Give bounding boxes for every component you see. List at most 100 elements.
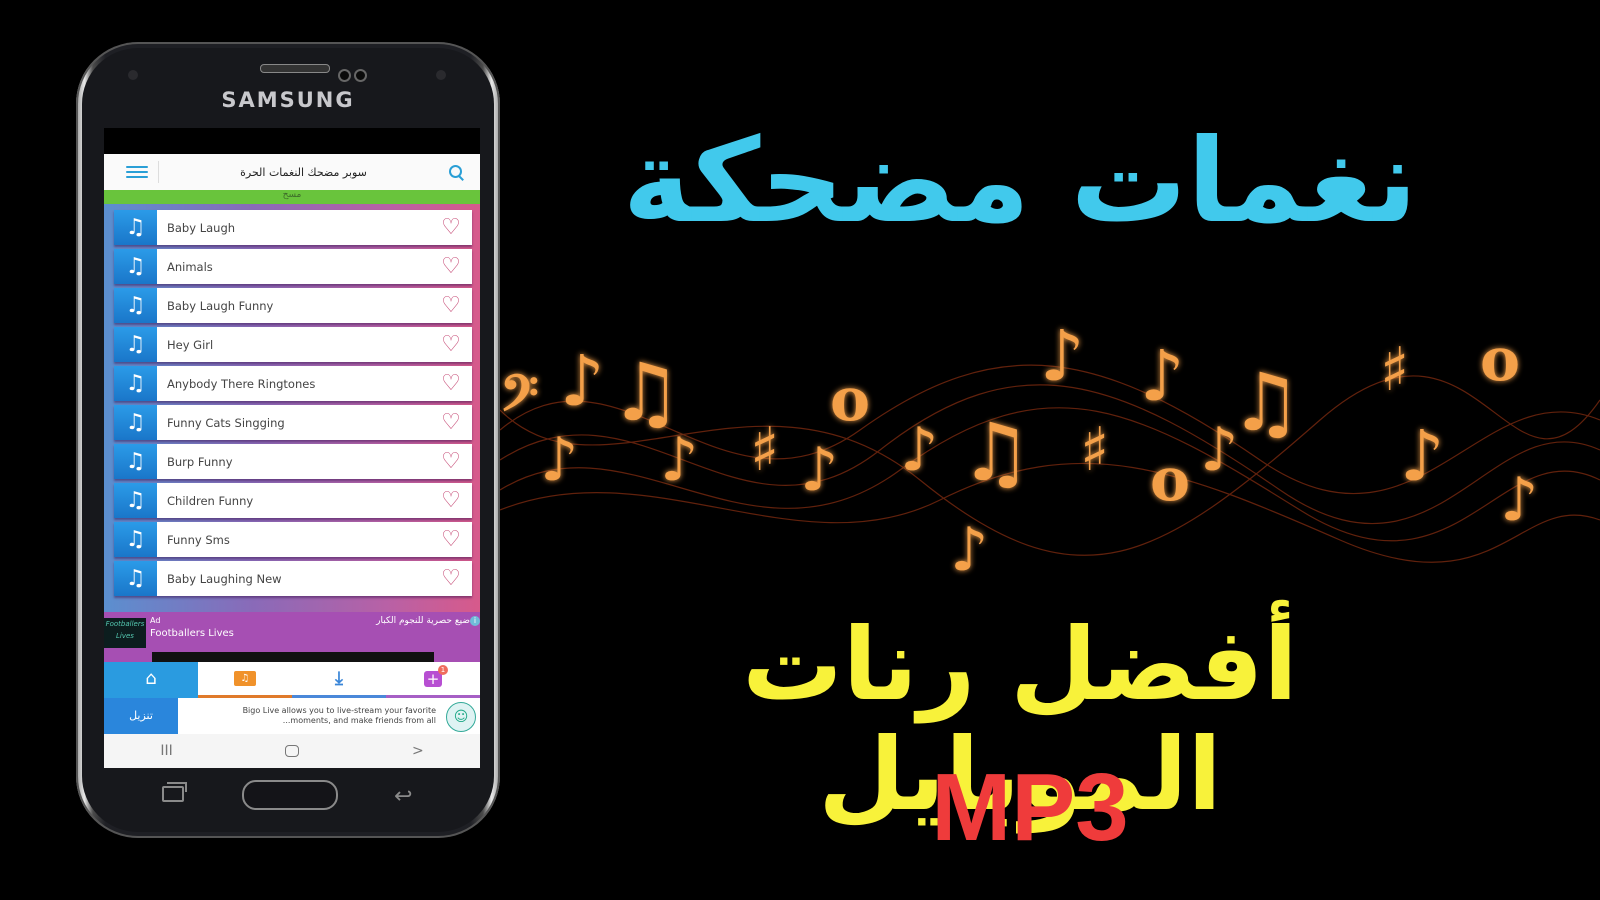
music-note-icon: ♫	[114, 561, 157, 596]
home-icon: ⌂	[145, 668, 157, 689]
heart-icon[interactable]: ♡	[436, 489, 466, 512]
plus-glyph: +	[426, 669, 440, 688]
heart-icon[interactable]: ♡	[436, 567, 466, 590]
music-note-icon: ♫	[114, 288, 157, 323]
banner-text: Bigo Live allows you to live-stream your…	[242, 706, 436, 725]
heart-icon[interactable]: ♡	[436, 528, 466, 551]
music-note-icon: ♫	[114, 522, 157, 557]
ringtone-row[interactable]: ♫ Funny Sms ♡	[114, 522, 472, 557]
ad-info-icon[interactable]: i	[470, 616, 480, 626]
plus-icon: +1	[424, 664, 448, 688]
camera-icon	[338, 69, 351, 82]
bigo-mascot-icon: ☺	[446, 702, 476, 732]
whole-note-icon: o	[1480, 325, 1520, 395]
heart-icon[interactable]: ♡	[436, 333, 466, 356]
menu-icon[interactable]	[126, 163, 148, 181]
app-title: سوبر مضحك النغمات الحرة	[240, 165, 367, 179]
home-button[interactable]	[285, 745, 300, 757]
ringtone-row[interactable]: ♫ Baby Laughing New ♡	[114, 561, 472, 596]
sensor-icon	[128, 70, 138, 80]
music-note-icon: ♪	[1400, 414, 1445, 497]
heart-icon[interactable]: ♡	[436, 255, 466, 278]
download-icon: ⤓	[335, 668, 343, 689]
brand-logo: SAMSUNG	[221, 88, 355, 112]
bass-clef-icon: 𝄢	[500, 365, 539, 435]
ringtone-title: Hey Girl	[167, 337, 214, 352]
music-note-icon: ♪	[1200, 415, 1238, 485]
music-note-icon: ♪	[1040, 314, 1085, 397]
install-banner[interactable]: تنزيل Bigo Live allows you to live-strea…	[104, 698, 480, 734]
ringtone-row[interactable]: ♫ Baby Laugh Funny ♡	[114, 288, 472, 323]
hardware-back-icon[interactable]: ↩	[394, 784, 412, 809]
heart-icon[interactable]: ♡	[436, 450, 466, 473]
ringtone-row[interactable]: ♫ Children Funny ♡	[114, 483, 472, 518]
music-notes-art: 𝄢 ♪ ♫ ♪ ♪ ♯ o ♪ ♪ ♫ ♪ ♪ ♯ o ♪ ♫ ♪ ♯ o ♪ …	[500, 314, 1600, 585]
music-note-icon: ♪	[900, 415, 938, 485]
ringtone-title: Burp Funny	[167, 454, 233, 469]
phone-screen: سوبر مضحك النغمات الحرة مسح ♫ Baby Laugh ♡…	[104, 128, 480, 768]
music-note-icon: ♪	[560, 339, 605, 422]
hardware-home-button[interactable]	[242, 780, 338, 810]
headline-mp3: MP3	[931, 754, 1129, 861]
recents-button[interactable]: III	[160, 743, 172, 759]
ad-title: Footballers Lives	[150, 628, 234, 639]
music-note-icon: ♫	[114, 366, 157, 401]
music-note-icon: ♪	[950, 515, 988, 585]
heart-icon[interactable]: ♡	[436, 294, 466, 317]
ad-banner[interactable]: Footballers Lives Ad Footballers Lives ض…	[104, 612, 480, 662]
ad-thumbnail: Footballers Lives	[104, 618, 146, 648]
sharp-icon: ♯	[750, 415, 779, 485]
install-button[interactable]: تنزيل	[104, 698, 178, 734]
headline-top: نغمات مضحكة	[622, 114, 1418, 249]
whole-note-icon: o	[1150, 445, 1190, 515]
camera-icon	[354, 69, 367, 82]
sharp-icon: ♯	[1380, 335, 1409, 405]
ringtone-row[interactable]: ♫ Burp Funny ♡	[114, 444, 472, 479]
music-note-icon: ♫	[1230, 355, 1302, 449]
clear-bar[interactable]: مسح	[104, 190, 480, 204]
tab-add[interactable]: +1	[386, 662, 480, 698]
ad-image	[152, 652, 434, 662]
app-bar: سوبر مضحك النغمات الحرة	[104, 154, 480, 190]
bottom-tabs: ⌂ ♫ ⤓ +1	[104, 662, 480, 698]
tab-home[interactable]: ⌂	[104, 662, 198, 698]
search-icon[interactable]	[448, 164, 464, 180]
ad-tag: Ad	[150, 616, 161, 625]
music-note-icon: ♫	[114, 405, 157, 440]
ringtone-title: Baby Laughing New	[167, 571, 282, 586]
tab-downloads[interactable]: ⤓	[292, 662, 386, 698]
sharp-icon: ♯	[1080, 415, 1109, 485]
ringtone-row[interactable]: ♫ Baby Laugh ♡	[114, 210, 472, 245]
ringtone-row[interactable]: ♫ Anybody There Ringtones ♡	[114, 366, 472, 401]
system-nav-bar: III >	[104, 734, 480, 768]
music-note-icon: ♫	[960, 405, 1032, 499]
phone-mockup: SAMSUNG سوبر مضحك النغمات الحرة مسح ♫ Bab…	[76, 42, 500, 838]
tab-my-ringtones[interactable]: ♫	[198, 662, 292, 698]
ringtone-title: Baby Laugh	[167, 220, 236, 235]
hardware-recents-icon[interactable]	[162, 782, 187, 802]
ringtone-title: Children Funny	[167, 493, 254, 508]
ringtone-row[interactable]: ♫ Hey Girl ♡	[114, 327, 472, 362]
music-note-icon: ♫	[114, 483, 157, 518]
music-note-icon: ♪	[660, 425, 698, 495]
ringtone-title: Funny Cats Singging	[167, 415, 285, 430]
back-button[interactable]: >	[412, 743, 424, 759]
music-note-icon: ♪	[1140, 334, 1185, 417]
music-note-icon: ♫	[114, 444, 157, 479]
music-note-icon: ♫	[114, 327, 157, 362]
proximity-sensor-icon	[436, 70, 446, 80]
heart-icon[interactable]: ♡	[436, 411, 466, 434]
heart-icon[interactable]: ♡	[436, 216, 466, 239]
music-note-icon: ♫	[114, 249, 157, 284]
ringtone-title: Funny Sms	[167, 532, 230, 547]
music-folder-icon: ♫	[234, 671, 256, 686]
ad-arabic-text: ضيع حصرية للنجوم الكبار	[376, 616, 470, 626]
whole-note-icon: o	[830, 365, 870, 435]
ringtone-row[interactable]: ♫ Animals ♡	[114, 249, 472, 284]
ringtone-title: Baby Laugh Funny	[167, 298, 274, 313]
music-note-icon: ♪	[800, 435, 838, 505]
ringtone-list: ♫ Baby Laugh ♡ ♫ Animals ♡ ♫ Baby Laugh Funny…	[104, 204, 480, 612]
music-note-icon: ♫	[114, 210, 157, 245]
ringtone-row[interactable]: ♫ Funny Cats Singging ♡	[114, 405, 472, 440]
heart-icon[interactable]: ♡	[436, 372, 466, 395]
